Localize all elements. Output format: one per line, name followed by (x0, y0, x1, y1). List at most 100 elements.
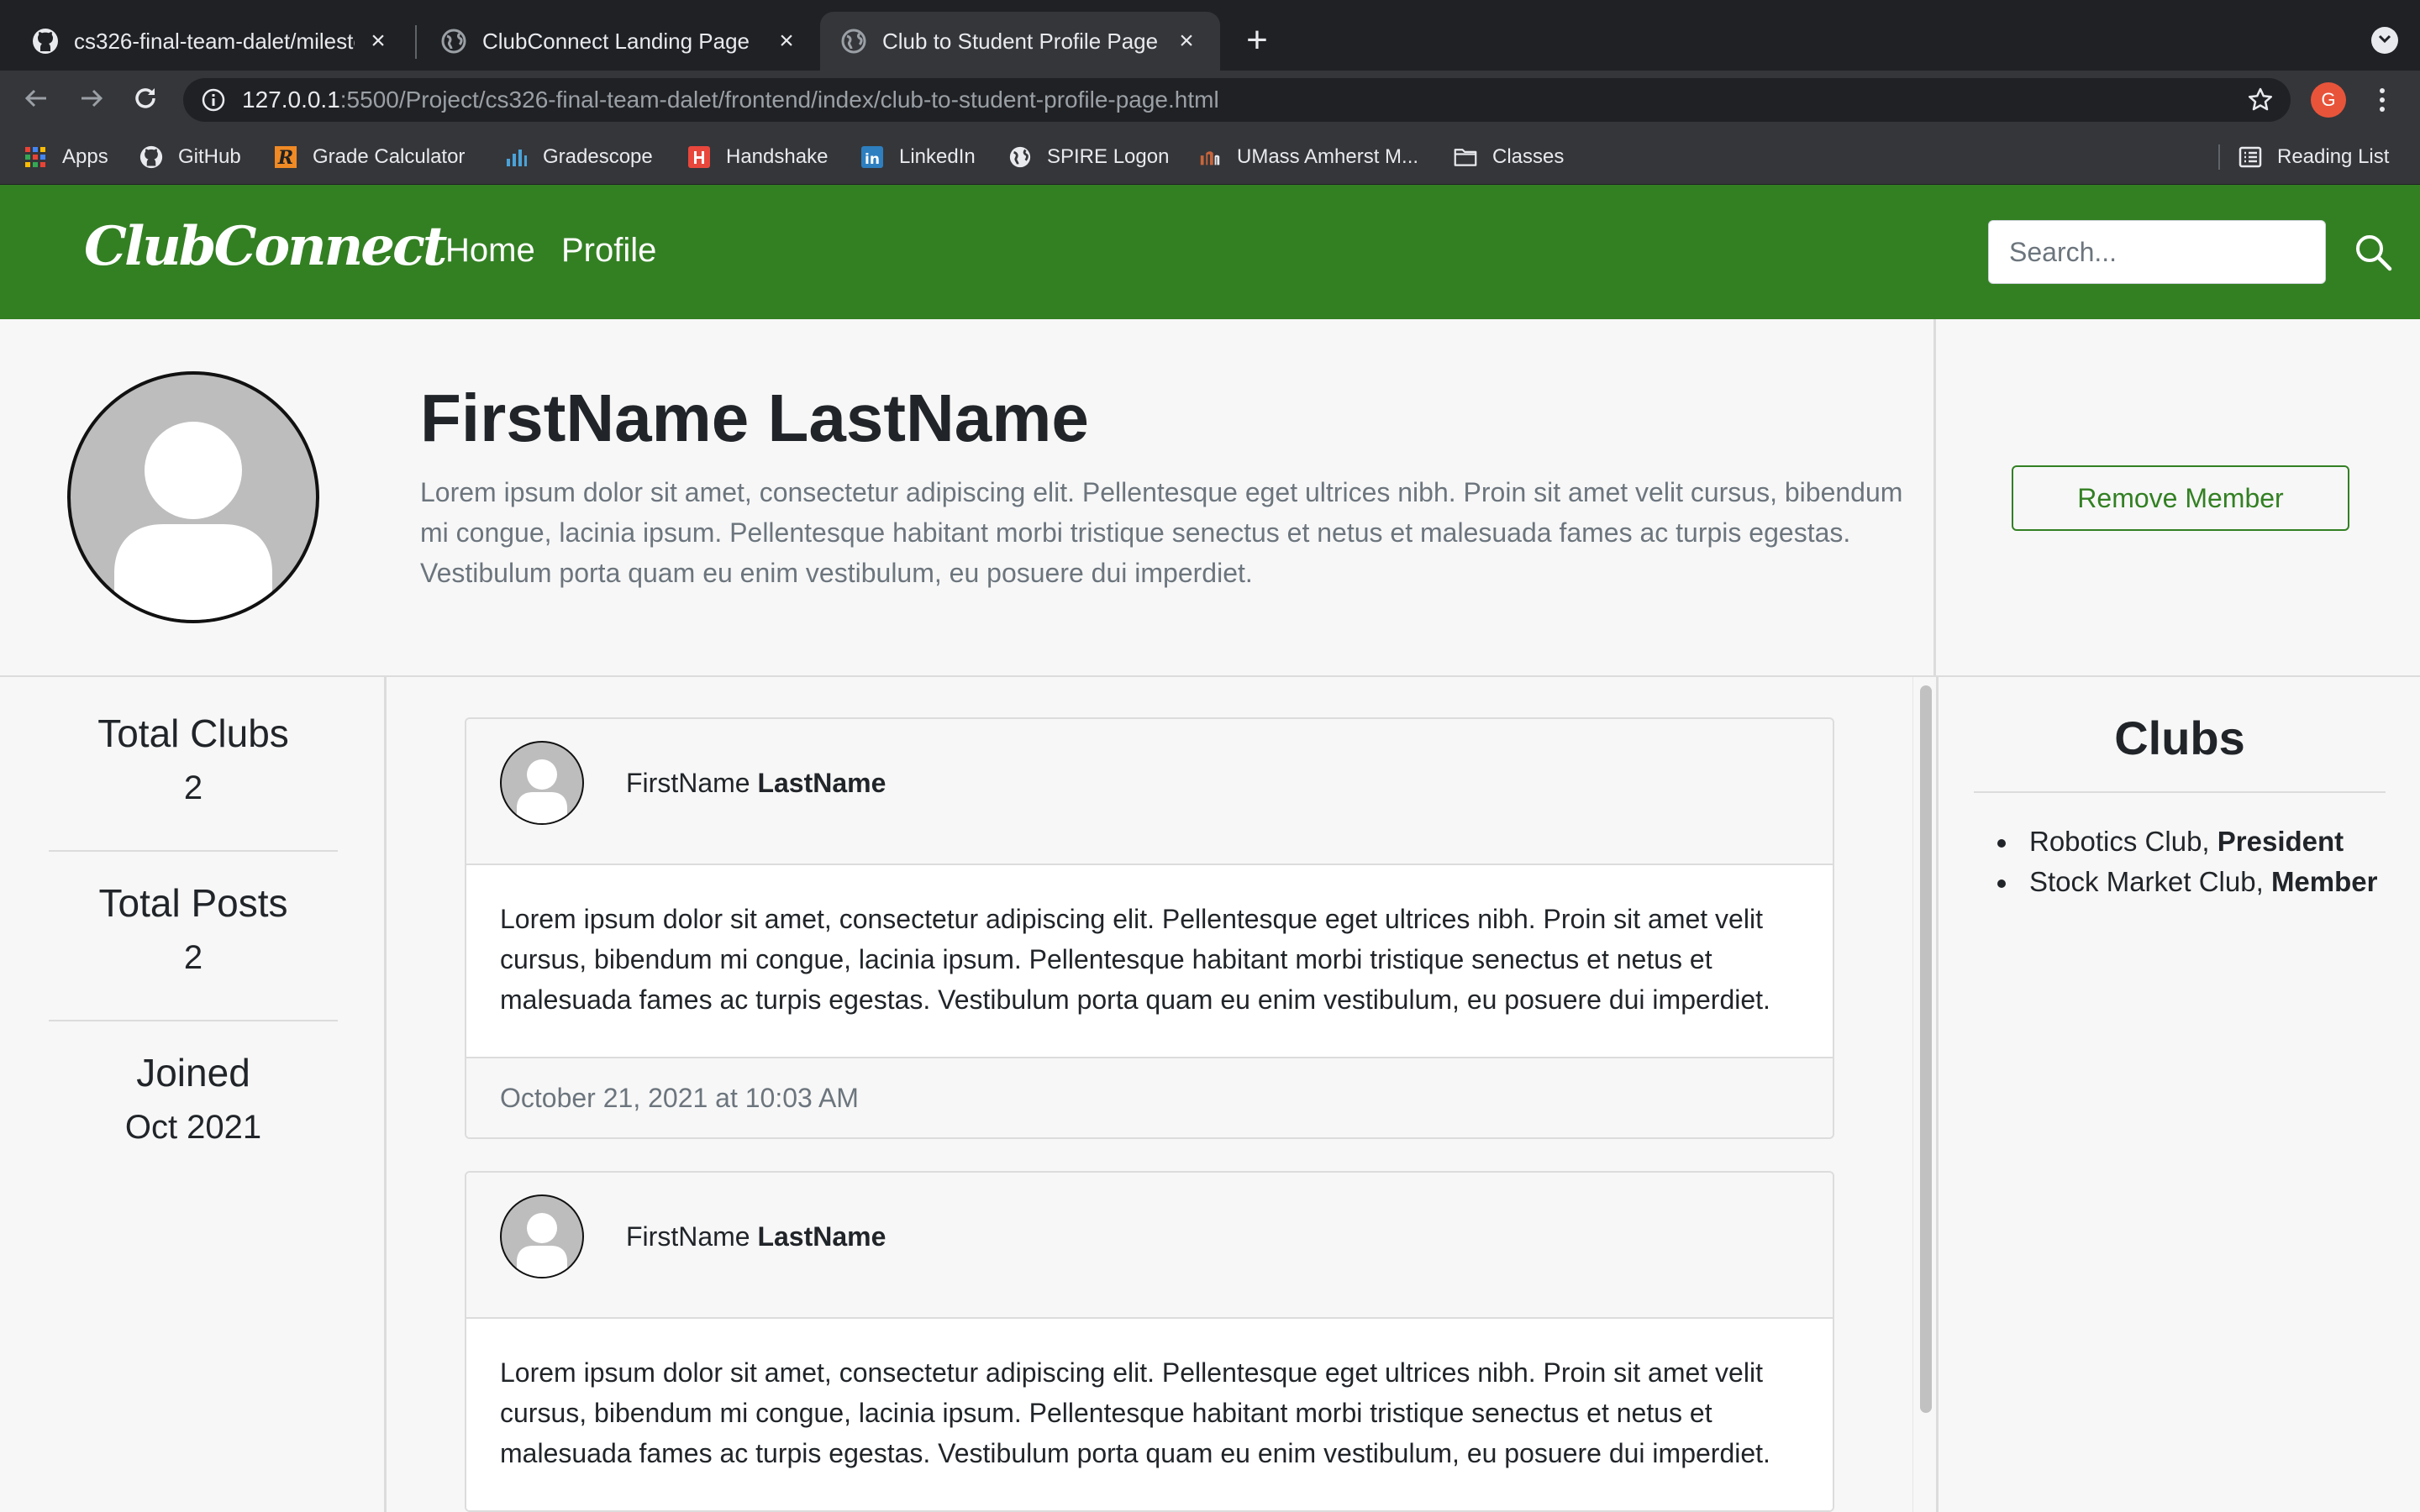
club-role: President (2217, 826, 2344, 857)
umass-icon (1198, 145, 1222, 169)
tab-search-button[interactable] (2371, 27, 2398, 54)
author-first-name: FirstName (626, 1221, 750, 1252)
close-icon[interactable]: × (1173, 27, 1200, 55)
author-last-name: LastName (757, 768, 886, 798)
folder-icon (1454, 145, 1477, 169)
post-card: FirstName LastName Lorem ipsum dolor sit… (465, 1171, 1834, 1512)
more-options-icon[interactable] (2370, 82, 2395, 118)
forward-button[interactable] (72, 81, 111, 119)
search-input[interactable] (1988, 220, 2326, 284)
close-icon[interactable]: × (773, 27, 800, 55)
bookmark-apps[interactable]: Apps (24, 141, 108, 173)
profile-bio: Lorem ipsum dolor sit amet, consectetur … (420, 477, 1903, 588)
svg-text:in: in (865, 151, 880, 168)
profile-header: FirstName LastName Lorem ipsum dolor sit… (0, 319, 1936, 677)
tab-github-milestone[interactable]: cs326-final-team-dalet/milestone × (12, 12, 412, 71)
handshake-icon (687, 145, 711, 169)
close-icon[interactable]: × (365, 27, 392, 55)
remove-member-button[interactable]: Remove Member (2012, 465, 2349, 531)
profile-avatar-button[interactable]: G (2311, 82, 2346, 118)
stat-divider (49, 1020, 338, 1021)
feed-scrollbar[interactable] (1912, 677, 1936, 1512)
reload-button[interactable] (126, 81, 165, 119)
post-body: Lorem ipsum dolor sit amet, consectetur … (466, 1319, 1833, 1510)
bookmark-star-icon[interactable] (2247, 87, 2274, 113)
browser-toolbar: 127.0.0.1:5500/Project/cs326-final-team-… (0, 71, 2420, 129)
scrollbar-thumb[interactable] (1920, 685, 1932, 1413)
stat-value: 2 (183, 939, 203, 976)
gradescope-icon (504, 145, 528, 169)
bookmark-umass[interactable]: UMass Amherst M... (1198, 141, 1418, 173)
bookmarks-bar: Apps GitHub R Grade Calculator Gradescop… (0, 129, 2420, 185)
linkedin-icon: in (860, 145, 884, 169)
github-icon (32, 28, 59, 55)
author-first-name: FirstName (626, 768, 750, 798)
bookmark-gradescope[interactable]: Gradescope (504, 141, 653, 173)
globe-icon (1008, 145, 1032, 169)
stat-value: Oct 2021 (124, 1109, 262, 1146)
bookmark-classes[interactable]: Classes (1454, 141, 1564, 173)
url-path: :5500/Project/cs326-final-team-dalet/fro… (339, 87, 1219, 113)
tab-club-to-student-profile[interactable]: Club to Student Profile Page × (820, 12, 1220, 71)
user-silhouette-icon (517, 1213, 567, 1277)
post-author: FirstName LastName (626, 1221, 886, 1252)
stat-joined: Joined Oct 2021 (49, 1050, 338, 1147)
bookmark-label: LinkedIn (899, 145, 976, 168)
bookmark-label: Grade Calculator (313, 145, 466, 168)
bookmark-linkedin[interactable]: in LinkedIn (860, 141, 976, 173)
post-author: FirstName LastName (626, 768, 886, 799)
bookmark-label: UMass Amherst M... (1237, 145, 1419, 168)
post-timestamp: October 21, 2021 at 10:03 AM (466, 1057, 1833, 1137)
clubs-divider (1974, 791, 2386, 793)
nav-link-home[interactable]: Home (445, 232, 535, 270)
bookmark-label: Apps (62, 145, 108, 168)
reading-list-button[interactable]: Reading List (2238, 141, 2389, 173)
bookmark-label: SPIRE Logon (1047, 145, 1170, 168)
tab-title: ClubConnect Landing Page (482, 28, 750, 54)
search-icon (2353, 235, 2393, 276)
back-button[interactable] (17, 81, 55, 119)
apps-grid-icon (24, 145, 47, 169)
reading-list-icon (2238, 145, 2262, 169)
page-title: FirstName LastName (420, 380, 1089, 457)
search-button[interactable] (2353, 232, 2393, 272)
post-card: FirstName LastName Lorem ipsum dolor sit… (465, 717, 1834, 1139)
site-navbar: ClubConnect Home Profile (0, 185, 2420, 319)
tab-clubconnect-landing[interactable]: ClubConnect Landing Page × (420, 12, 820, 71)
svg-text:R: R (277, 147, 293, 169)
tab-title: cs326-final-team-dalet/milestone (74, 28, 355, 54)
author-last-name: LastName (757, 1221, 886, 1252)
grade-calculator-icon: R (274, 145, 297, 169)
stat-total-posts: Total Posts 2 (49, 880, 338, 977)
post-feed: FirstName LastName Lorem ipsum dolor sit… (389, 677, 1912, 1512)
url-text: 127.0.0.1:5500/Project/cs326-final-team-… (242, 87, 1219, 113)
profile-first-name: FirstName (420, 381, 750, 455)
bookmark-github[interactable]: GitHub (139, 141, 241, 173)
bookmark-spire-logon[interactable]: SPIRE Logon (1008, 141, 1169, 173)
nav-link-profile[interactable]: Profile (561, 232, 656, 270)
bookmark-label: GitHub (178, 145, 241, 168)
brand-logo[interactable]: ClubConnect (84, 215, 447, 278)
address-bar[interactable]: 127.0.0.1:5500/Project/cs326-final-team-… (183, 78, 2291, 122)
profile-last-name: LastName (767, 381, 1089, 455)
list-item: Stock Market Club, Member (1997, 862, 2377, 902)
clubs-list: Robotics Club, President Stock Market Cl… (1997, 822, 2377, 902)
avatar (67, 371, 319, 623)
url-host: 127.0.0.1 (242, 87, 340, 113)
bookmark-grade-calculator[interactable]: R Grade Calculator (274, 141, 465, 173)
tab-separator (415, 25, 417, 59)
club-name: Robotics Club, (2029, 826, 2217, 857)
bookmark-handshake[interactable]: Handshake (687, 141, 828, 173)
chevron-down-icon (2378, 33, 2391, 48)
github-icon (139, 145, 163, 169)
post-body: Lorem ipsum dolor sit amet, consectetur … (466, 865, 1833, 1057)
user-silhouette-icon (517, 759, 567, 823)
browser-tab-bar: cs326-final-team-dalet/milestone × ClubC… (0, 0, 2420, 71)
post-header: FirstName LastName (466, 1173, 1833, 1319)
club-role: Member (2270, 866, 2378, 897)
list-item: Robotics Club, President (1997, 822, 2377, 862)
info-icon[interactable] (202, 88, 225, 112)
new-tab-button[interactable]: + (1239, 19, 1276, 60)
stat-label: Total Clubs (97, 711, 289, 755)
tab-title: Club to Student Profile Page (882, 28, 1159, 54)
